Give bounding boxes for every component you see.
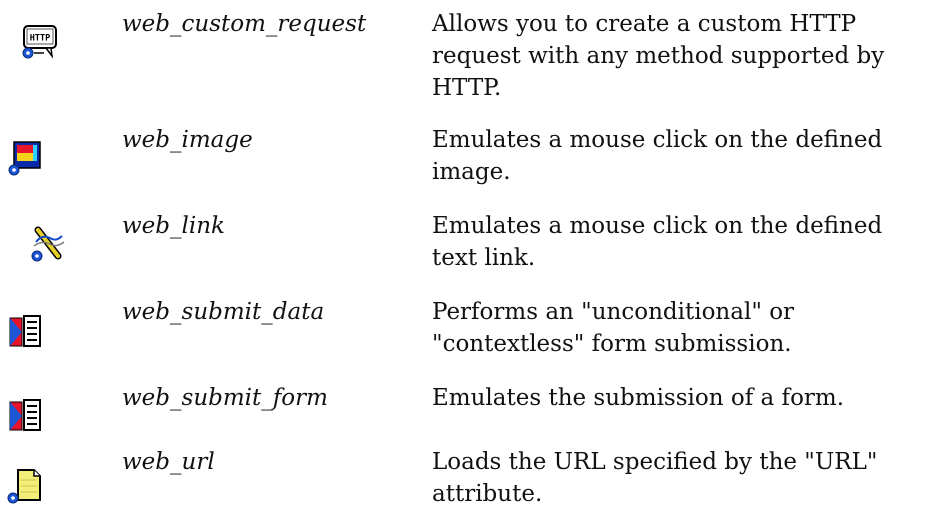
http-request-icon: HTTP [20,22,60,62]
function-description: Emulates a mouse click on the defined te… [432,213,883,271]
svg-text:HTTP: HTTP [30,34,50,44]
submit-form-icon [4,396,44,436]
link-icon [28,224,68,264]
function-name: web_submit_form [122,385,328,411]
function-description: Emulates a mouse click on the defined im… [432,127,883,185]
function-row: HTTP web_custom_request Allows you to cr… [0,8,925,108]
function-name: web_link [122,213,225,239]
function-name: web_image [122,127,253,153]
image-icon [4,138,44,178]
submit-data-icon [4,312,44,352]
function-description: Performs an "unconditional" or "contextl… [432,299,795,357]
function-row: web_url Loads the URL specified by the "… [0,446,925,520]
function-row: web_submit_data Performs an "uncondition… [0,296,925,366]
function-description: Allows you to create a custom HTTP reque… [432,11,885,101]
function-table: HTTP web_custom_request Allows you to cr… [0,0,925,524]
function-row: web_link Emulates a mouse click on the d… [0,210,925,280]
function-name: web_url [122,449,215,475]
function-description: Emulates the submission of a form. [432,385,845,411]
function-name: web_submit_data [122,299,325,325]
function-row: web_image Emulates a mouse click on the … [0,124,925,194]
function-row: web_submit_form Emulates the submission … [0,382,925,432]
function-name: web_custom_request [122,11,367,37]
function-description: Loads the URL specified by the "URL" att… [432,449,878,507]
url-icon [4,466,44,506]
